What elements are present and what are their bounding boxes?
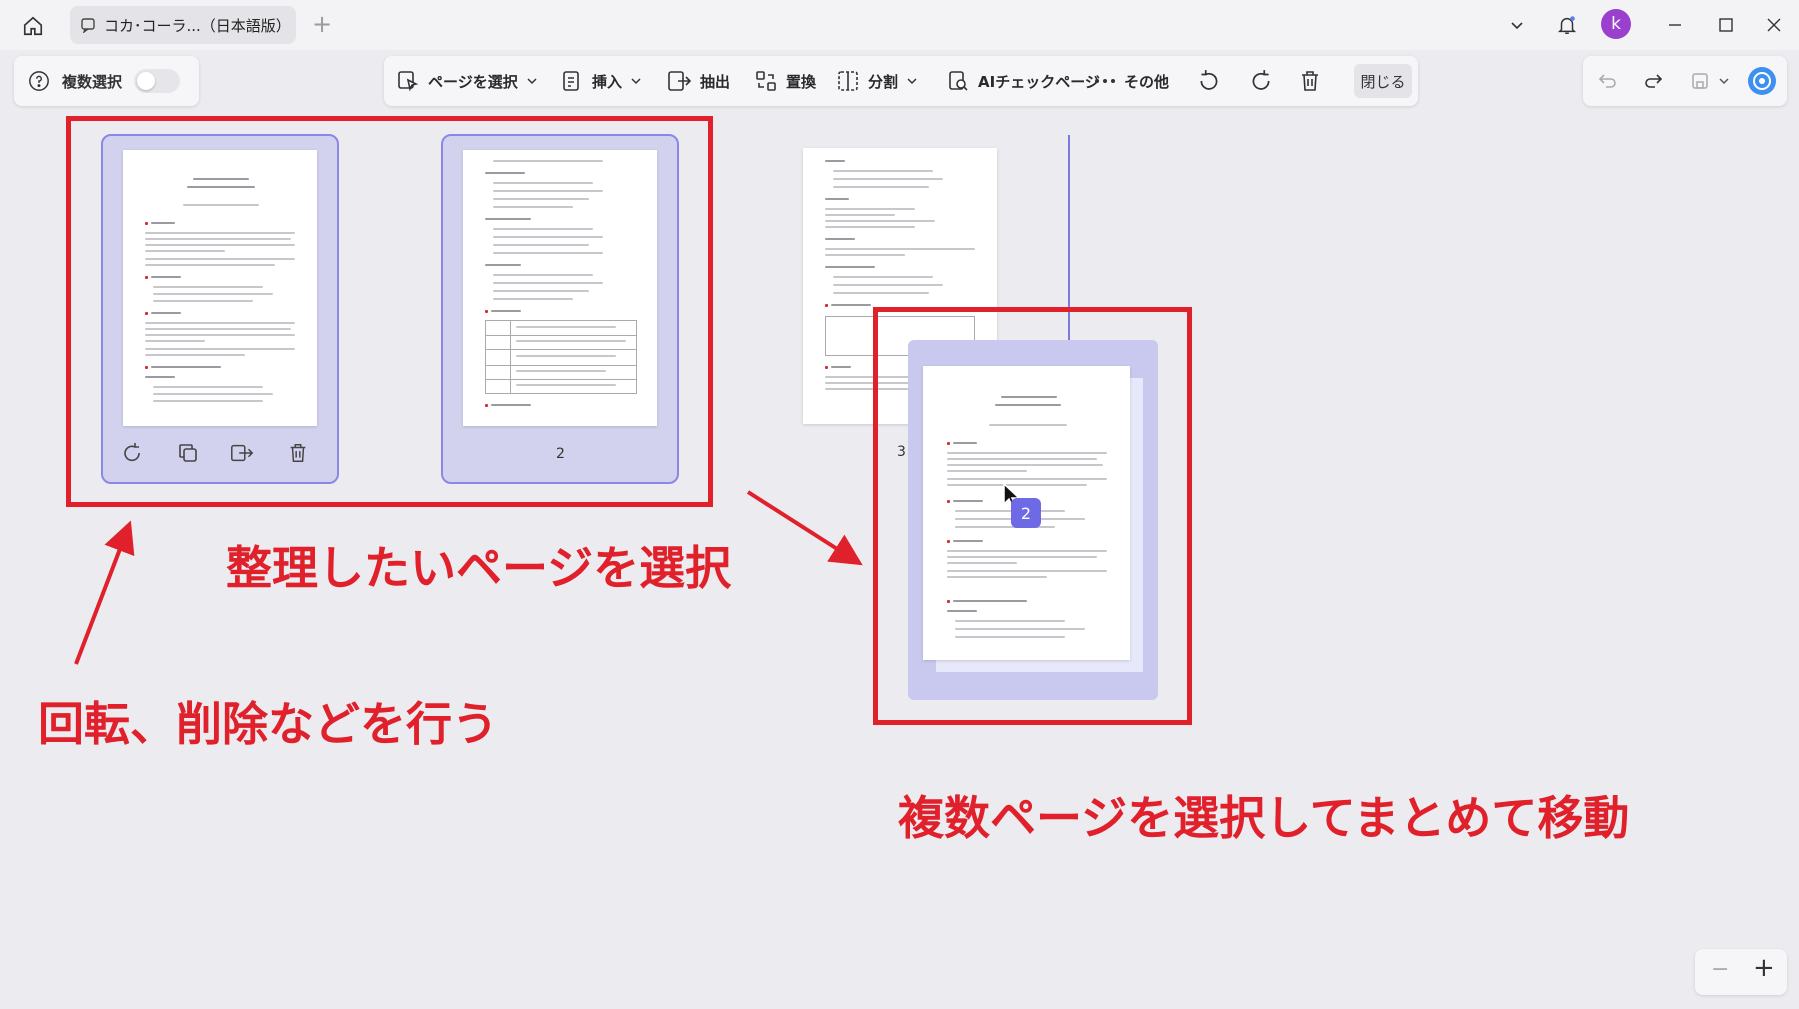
annotation-select-pages: 整理したいページを選択: [226, 541, 732, 595]
zoom-out-button[interactable]: −: [1711, 957, 1729, 982]
zoom-in-button[interactable]: +: [1753, 953, 1775, 983]
annotation-move-multiple: 複数ページを選択してまとめて移動: [898, 791, 1630, 845]
annotation-rotate-delete: 回転、削除などを行う: [38, 697, 498, 751]
annotation-arrows: [74, 490, 863, 665]
arrow-to-drag: [746, 490, 863, 566]
arrow-to-actions: [74, 520, 135, 665]
zoom-controls: − +: [1695, 949, 1787, 995]
